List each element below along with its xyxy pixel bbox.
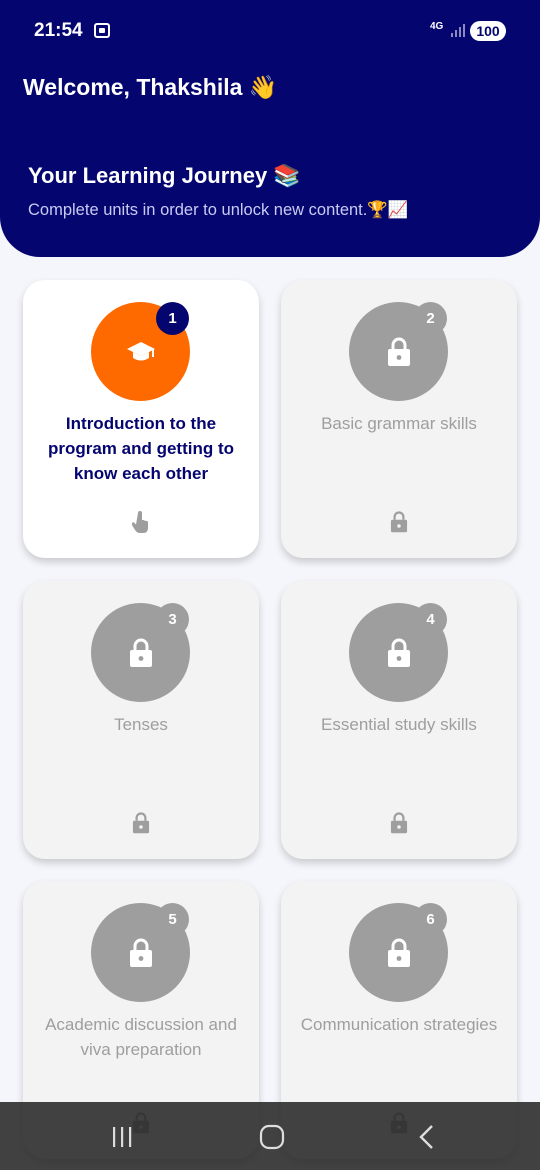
unit-title: Academic discussion and viva preparation [45,1015,237,1059]
battery-indicator: 100 [470,21,506,41]
unit-card-2[interactable]: 2 Basic grammar skills [281,280,517,558]
lock-icon [389,510,409,534]
unit-card-1[interactable]: 1 Introduction to the program and gettin… [23,280,259,558]
lock-icon [129,638,152,667]
lock-icon [389,811,409,835]
unit-card-4[interactable]: 4 Essential study skills [281,581,517,859]
recent-apps-icon [113,1127,132,1147]
network-type-label: 4G [430,21,444,32]
unit-title: Basic grammar skills [321,414,477,433]
header: 21:54 4G 100 Welcome, Thakshila 👋 Your L… [0,0,540,257]
unit-card-3[interactable]: 3 Tenses [23,581,259,859]
signal-icon [451,24,465,37]
unit-title: Tenses [114,715,168,734]
unit-title: Introduction to the program and getting … [47,414,235,483]
lock-icon [387,938,410,967]
journey-title: Your Learning Journey 📚 [28,163,301,188]
home-button[interactable] [258,1122,286,1152]
screen-record-icon [94,23,110,38]
back-icon [419,1125,433,1149]
unit-title: Essential study skills [321,715,477,734]
graduation-cap-icon [126,341,155,360]
unit-number-badge: 3 [156,603,189,636]
back-button[interactable] [412,1122,440,1152]
system-nav-bar [0,1102,540,1170]
recent-apps-button[interactable] [108,1122,136,1152]
unit-number-badge: 2 [414,302,447,335]
home-icon [259,1124,285,1150]
lock-icon [131,811,151,835]
lock-icon [129,938,152,967]
unit-number-badge: 5 [156,903,189,936]
journey-subtitle: Complete units in order to unlock new co… [28,201,409,219]
lock-icon [387,638,410,667]
welcome-heading: Welcome, Thakshila 👋 [23,74,278,100]
status-time: 21:54 [34,20,83,41]
tap-hand-icon [131,510,151,534]
lock-icon [387,337,410,366]
unit-number-badge: 1 [156,302,189,335]
unit-number-badge: 4 [414,603,447,636]
unit-number-badge: 6 [414,903,447,936]
unit-title: Communication strategies [300,1015,498,1034]
status-bar: 21:54 4G 100 [0,0,540,62]
